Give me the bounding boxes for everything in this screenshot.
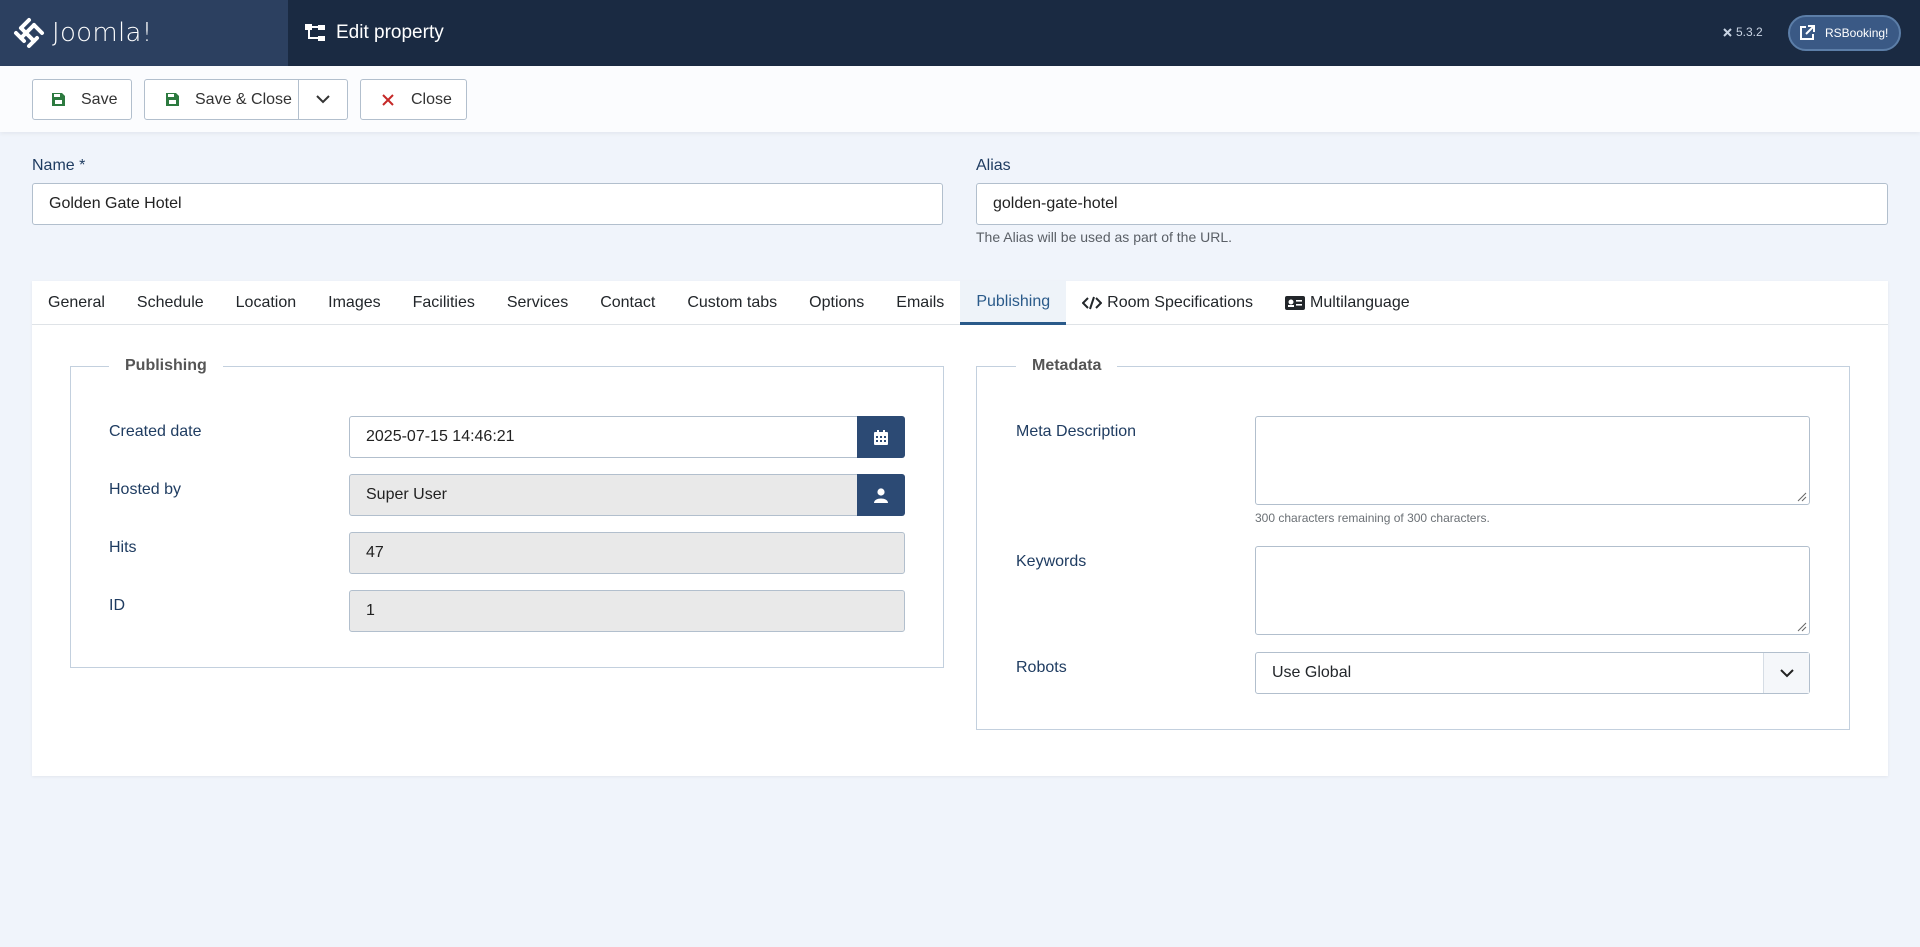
hosted-by-input: Super User: [349, 474, 859, 516]
alias-label: Alias: [976, 157, 1011, 174]
calendar-button[interactable]: [857, 416, 905, 458]
rsbooking-link-button[interactable]: RSBooking!: [1788, 15, 1901, 51]
hosted-by-label: Hosted by: [109, 481, 182, 498]
close-label: Close: [411, 90, 452, 108]
save-label: Save: [81, 90, 118, 108]
joomla-logo-icon: [14, 18, 44, 48]
version-text: 5.3.2: [1736, 25, 1763, 39]
top-header: Joomla! Edit property 5.3.2 RSBooking!: [0, 0, 1920, 66]
tab-room-specifications-label: Room Specifications: [1107, 294, 1253, 311]
metadata-legend: Metadata: [1016, 357, 1118, 375]
page-title-text: Edit property: [336, 22, 444, 43]
id-label: ID: [109, 597, 125, 614]
close-button[interactable]: Close: [360, 79, 467, 120]
tab-facilities[interactable]: Facilities: [397, 281, 491, 325]
tab-multilanguage-label: Multilanguage: [1309, 294, 1410, 311]
keywords-textarea[interactable]: [1255, 546, 1810, 635]
code-icon: [1082, 296, 1103, 310]
tab-contact[interactable]: Contact: [584, 281, 671, 325]
user-icon: [874, 487, 888, 503]
tab-bar: General Schedule Location Images Facilit…: [32, 281, 1888, 325]
close-icon: [379, 93, 397, 106]
select-arrow: [1763, 653, 1809, 693]
joomla-small-icon: [1723, 27, 1732, 37]
keywords-label: Keywords: [1016, 553, 1087, 570]
calendar-icon: [874, 429, 888, 445]
brand-name: Joomla!: [52, 18, 153, 48]
created-date-label: Created date: [109, 423, 202, 440]
select-user-button[interactable]: [857, 474, 905, 516]
sitemap-icon: [305, 24, 325, 41]
resize-grip-icon[interactable]: [1795, 620, 1807, 632]
save-icon: [49, 92, 67, 107]
name-label: Name *: [32, 157, 86, 174]
tab-multilanguage[interactable]: Multilanguage: [1269, 281, 1426, 325]
rsbooking-label: RSBooking!: [1825, 26, 1889, 40]
id-card-icon: [1284, 296, 1305, 310]
tab-custom-tabs[interactable]: Custom tabs: [671, 281, 793, 325]
meta-description-textarea[interactable]: [1255, 416, 1810, 505]
toolbar: Save Save & Close Close: [0, 66, 1920, 132]
chevron-down-icon: [1779, 668, 1794, 677]
tab-images[interactable]: Images: [312, 281, 396, 325]
created-date-input[interactable]: 2025-07-15 14:46:21: [349, 416, 859, 458]
robots-label: Robots: [1016, 659, 1067, 676]
save-button[interactable]: Save: [32, 79, 132, 120]
name-input[interactable]: Golden Gate Hotel: [32, 183, 943, 225]
save-dropdown-toggle[interactable]: [298, 79, 348, 120]
save-close-label: Save & Close: [195, 90, 292, 108]
alias-input[interactable]: golden-gate-hotel: [976, 183, 1888, 225]
external-link-icon: [1800, 25, 1815, 40]
chevron-down-icon: [316, 95, 330, 104]
meta-description-label: Meta Description: [1016, 423, 1137, 440]
version-badge: 5.3.2: [1722, 25, 1763, 39]
tab-emails[interactable]: Emails: [880, 281, 960, 325]
publishing-legend: Publishing: [109, 357, 223, 375]
tab-publishing[interactable]: Publishing: [960, 281, 1067, 325]
tab-general[interactable]: General: [32, 281, 121, 325]
hits-label: Hits: [109, 539, 137, 556]
tab-options[interactable]: Options: [793, 281, 880, 325]
save-close-button[interactable]: Save & Close: [144, 79, 299, 120]
resize-grip-icon[interactable]: [1795, 490, 1807, 502]
joomla-logo[interactable]: Joomla!: [0, 0, 288, 66]
page-title: Edit property: [304, 22, 444, 44]
id-input: 1: [349, 590, 905, 632]
robots-selected-value: Use Global: [1272, 664, 1352, 681]
alias-help-text: The Alias will be used as part of the UR…: [976, 229, 1233, 245]
save-icon: [163, 92, 181, 107]
tab-location[interactable]: Location: [220, 281, 313, 325]
robots-select[interactable]: Use Global: [1255, 652, 1810, 694]
tab-schedule[interactable]: Schedule: [121, 281, 220, 325]
tab-room-specifications[interactable]: Room Specifications: [1066, 281, 1269, 325]
tab-services[interactable]: Services: [491, 281, 584, 325]
char-counter: 300 characters remaining of 300 characte…: [1255, 511, 1490, 525]
hits-input: 47: [349, 532, 905, 574]
